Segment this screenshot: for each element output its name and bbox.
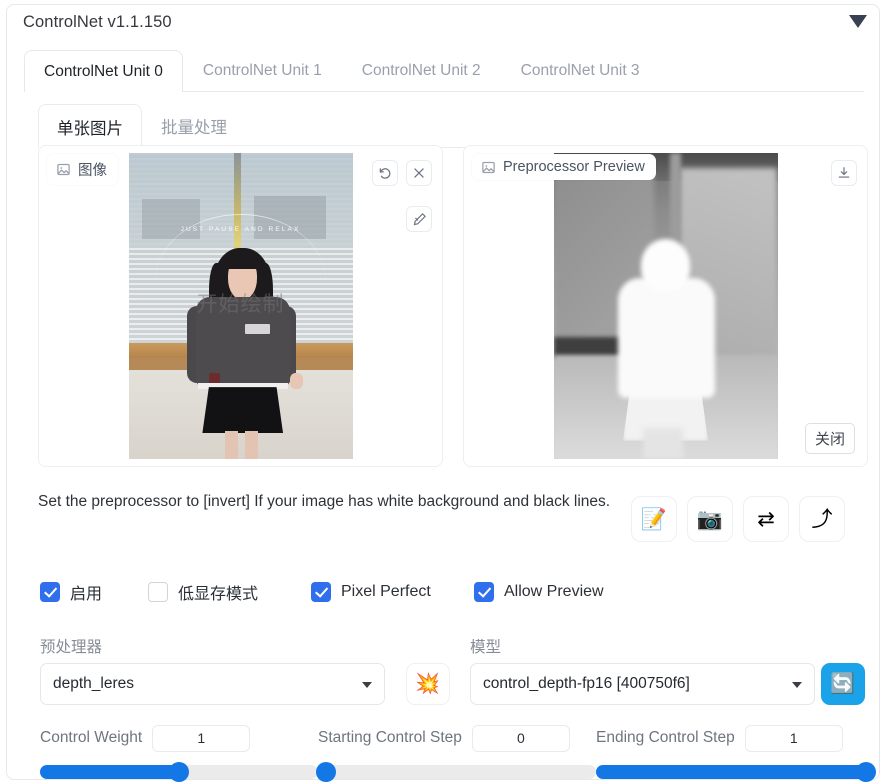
mode-tab-bar: 单张图片 批量处理 (38, 103, 852, 148)
checkbox-low-vram-box[interactable] (148, 582, 168, 602)
control-weight-input[interactable]: 1 (152, 724, 251, 752)
control-weight-label: Control Weight (40, 729, 143, 746)
pencil-edit-icon[interactable] (406, 206, 432, 232)
options-checkbox-row: 启用 低显存模式 Pixel Perfect Allow Preview (40, 580, 604, 604)
image-icon (56, 162, 71, 177)
starting-control-step-group: Starting Control Step 0 (316, 723, 596, 782)
run-preprocessor-button[interactable]: 💥 (405, 663, 450, 705)
unit-tab-bar: ControlNet Unit 0 ControlNet Unit 1 Cont… (24, 49, 864, 92)
triangle-down-icon[interactable] (849, 15, 867, 28)
image-action-buttons: 📝 📷 ⇄ ⤴ (631, 496, 845, 542)
webcam-button[interactable]: 📷 (687, 496, 733, 542)
checkbox-allow-preview[interactable]: Allow Preview (474, 582, 604, 602)
model-select[interactable]: control_depth-fp16 [400750f6] (470, 663, 815, 705)
input-photo: JUST PAUSE AND RELAX 开始绘制 (128, 153, 353, 459)
ending-control-step-input[interactable]: 1 (744, 724, 843, 752)
checkbox-allow-preview-label: Allow Preview (504, 583, 604, 600)
checkbox-enable-label: 启用 (70, 586, 103, 603)
ending-control-step-group: Ending Control Step 1 (596, 723, 876, 782)
preview-canvas (464, 146, 867, 466)
chevron-down-icon (792, 682, 802, 688)
model-selection-row: 预处理器 depth_leres 💥 模型 control_depth-fp16… (40, 635, 870, 705)
tab-controlnet-unit-3[interactable]: ControlNet Unit 3 (501, 49, 660, 91)
tab-batch-process[interactable]: 批量处理 (142, 103, 246, 147)
send-dimensions-button[interactable]: ⤴ (799, 496, 845, 542)
checkbox-allow-preview-box[interactable] (474, 582, 494, 602)
controlnet-accordion: ControlNet v1.1.150 ControlNet Unit 0 Co… (6, 4, 880, 782)
refresh-models-button[interactable]: 🔄 (820, 663, 865, 705)
slider-row: Control Weight 1 Starting Control Step 0 (40, 723, 876, 782)
checkbox-low-vram-label: 低显存模式 (178, 586, 259, 603)
preprocessor-value: depth_leres (53, 675, 135, 692)
starting-control-step-slider[interactable] (316, 762, 596, 782)
checkbox-enable-box[interactable] (40, 582, 60, 602)
control-weight-group: Control Weight 1 (40, 723, 318, 782)
model-label: 模型 (470, 639, 502, 656)
page-title: ControlNet v1.1.150 (23, 13, 172, 31)
input-image-chip-label: 图像 (78, 163, 107, 179)
preview-chip-label: Preprocessor Preview (503, 159, 645, 175)
model-group: 模型 control_depth-fp16 [400750f6] (470, 635, 815, 705)
preprocessor-preview-box[interactable]: Preprocessor Preview 关闭 (463, 145, 868, 467)
hint-row: Set the preprocessor to [invert] If your… (38, 489, 868, 542)
checkbox-pixel-perfect-box[interactable] (311, 582, 331, 602)
input-image-chip: 图像 (47, 154, 118, 185)
panel-header: ControlNet v1.1.150 (7, 5, 879, 45)
preprocessor-hint-text: Set the preprocessor to [invert] If your… (38, 493, 611, 510)
starting-control-step-input[interactable]: 0 (471, 724, 570, 752)
download-icon[interactable] (831, 160, 857, 186)
model-value: control_depth-fp16 [400750f6] (483, 675, 690, 692)
input-image-canvas[interactable]: JUST PAUSE AND RELAX 开始绘制 (39, 146, 442, 466)
preview-chip: Preprocessor Preview (472, 154, 656, 180)
tab-controlnet-unit-0[interactable]: ControlNet Unit 0 (24, 50, 183, 92)
tab-controlnet-unit-1[interactable]: ControlNet Unit 1 (183, 49, 342, 91)
tab-controlnet-unit-2[interactable]: ControlNet Unit 2 (342, 49, 501, 91)
image-row: 图像 JUST PAUSE AND RELAX 开始绘制 Preprocesso… (38, 145, 868, 471)
input-image-box[interactable]: 图像 JUST PAUSE AND RELAX 开始绘制 (38, 145, 443, 467)
ending-control-step-slider[interactable] (596, 762, 876, 782)
controlnet-panel-root: ControlNet v1.1.150 ControlNet Unit 0 Co… (0, 0, 886, 782)
tab-single-image[interactable]: 单张图片 (38, 104, 142, 148)
open-new-canvas-button[interactable]: 📝 (631, 496, 677, 542)
depth-map-image (553, 153, 778, 459)
image-icon (481, 160, 496, 175)
preprocessor-label: 预处理器 (40, 639, 103, 656)
close-preview-button[interactable]: 关闭 (804, 423, 855, 454)
undo-icon[interactable] (372, 160, 398, 186)
checkbox-pixel-perfect[interactable]: Pixel Perfect (311, 582, 474, 602)
checkbox-enable[interactable]: 启用 (40, 580, 148, 604)
preprocessor-group: 预处理器 depth_leres (40, 635, 385, 705)
close-icon[interactable] (406, 160, 432, 186)
chevron-down-icon (362, 682, 372, 688)
starting-control-step-label: Starting Control Step (318, 729, 462, 746)
ending-control-step-label: Ending Control Step (596, 729, 735, 746)
preprocessor-select[interactable]: depth_leres (40, 663, 385, 705)
swap-button[interactable]: ⇄ (743, 496, 789, 542)
checkbox-pixel-perfect-label: Pixel Perfect (341, 583, 431, 600)
photo-arc-text: JUST PAUSE AND RELAX (180, 226, 301, 234)
checkbox-low-vram[interactable]: 低显存模式 (148, 580, 311, 604)
control-weight-slider[interactable] (40, 762, 318, 782)
